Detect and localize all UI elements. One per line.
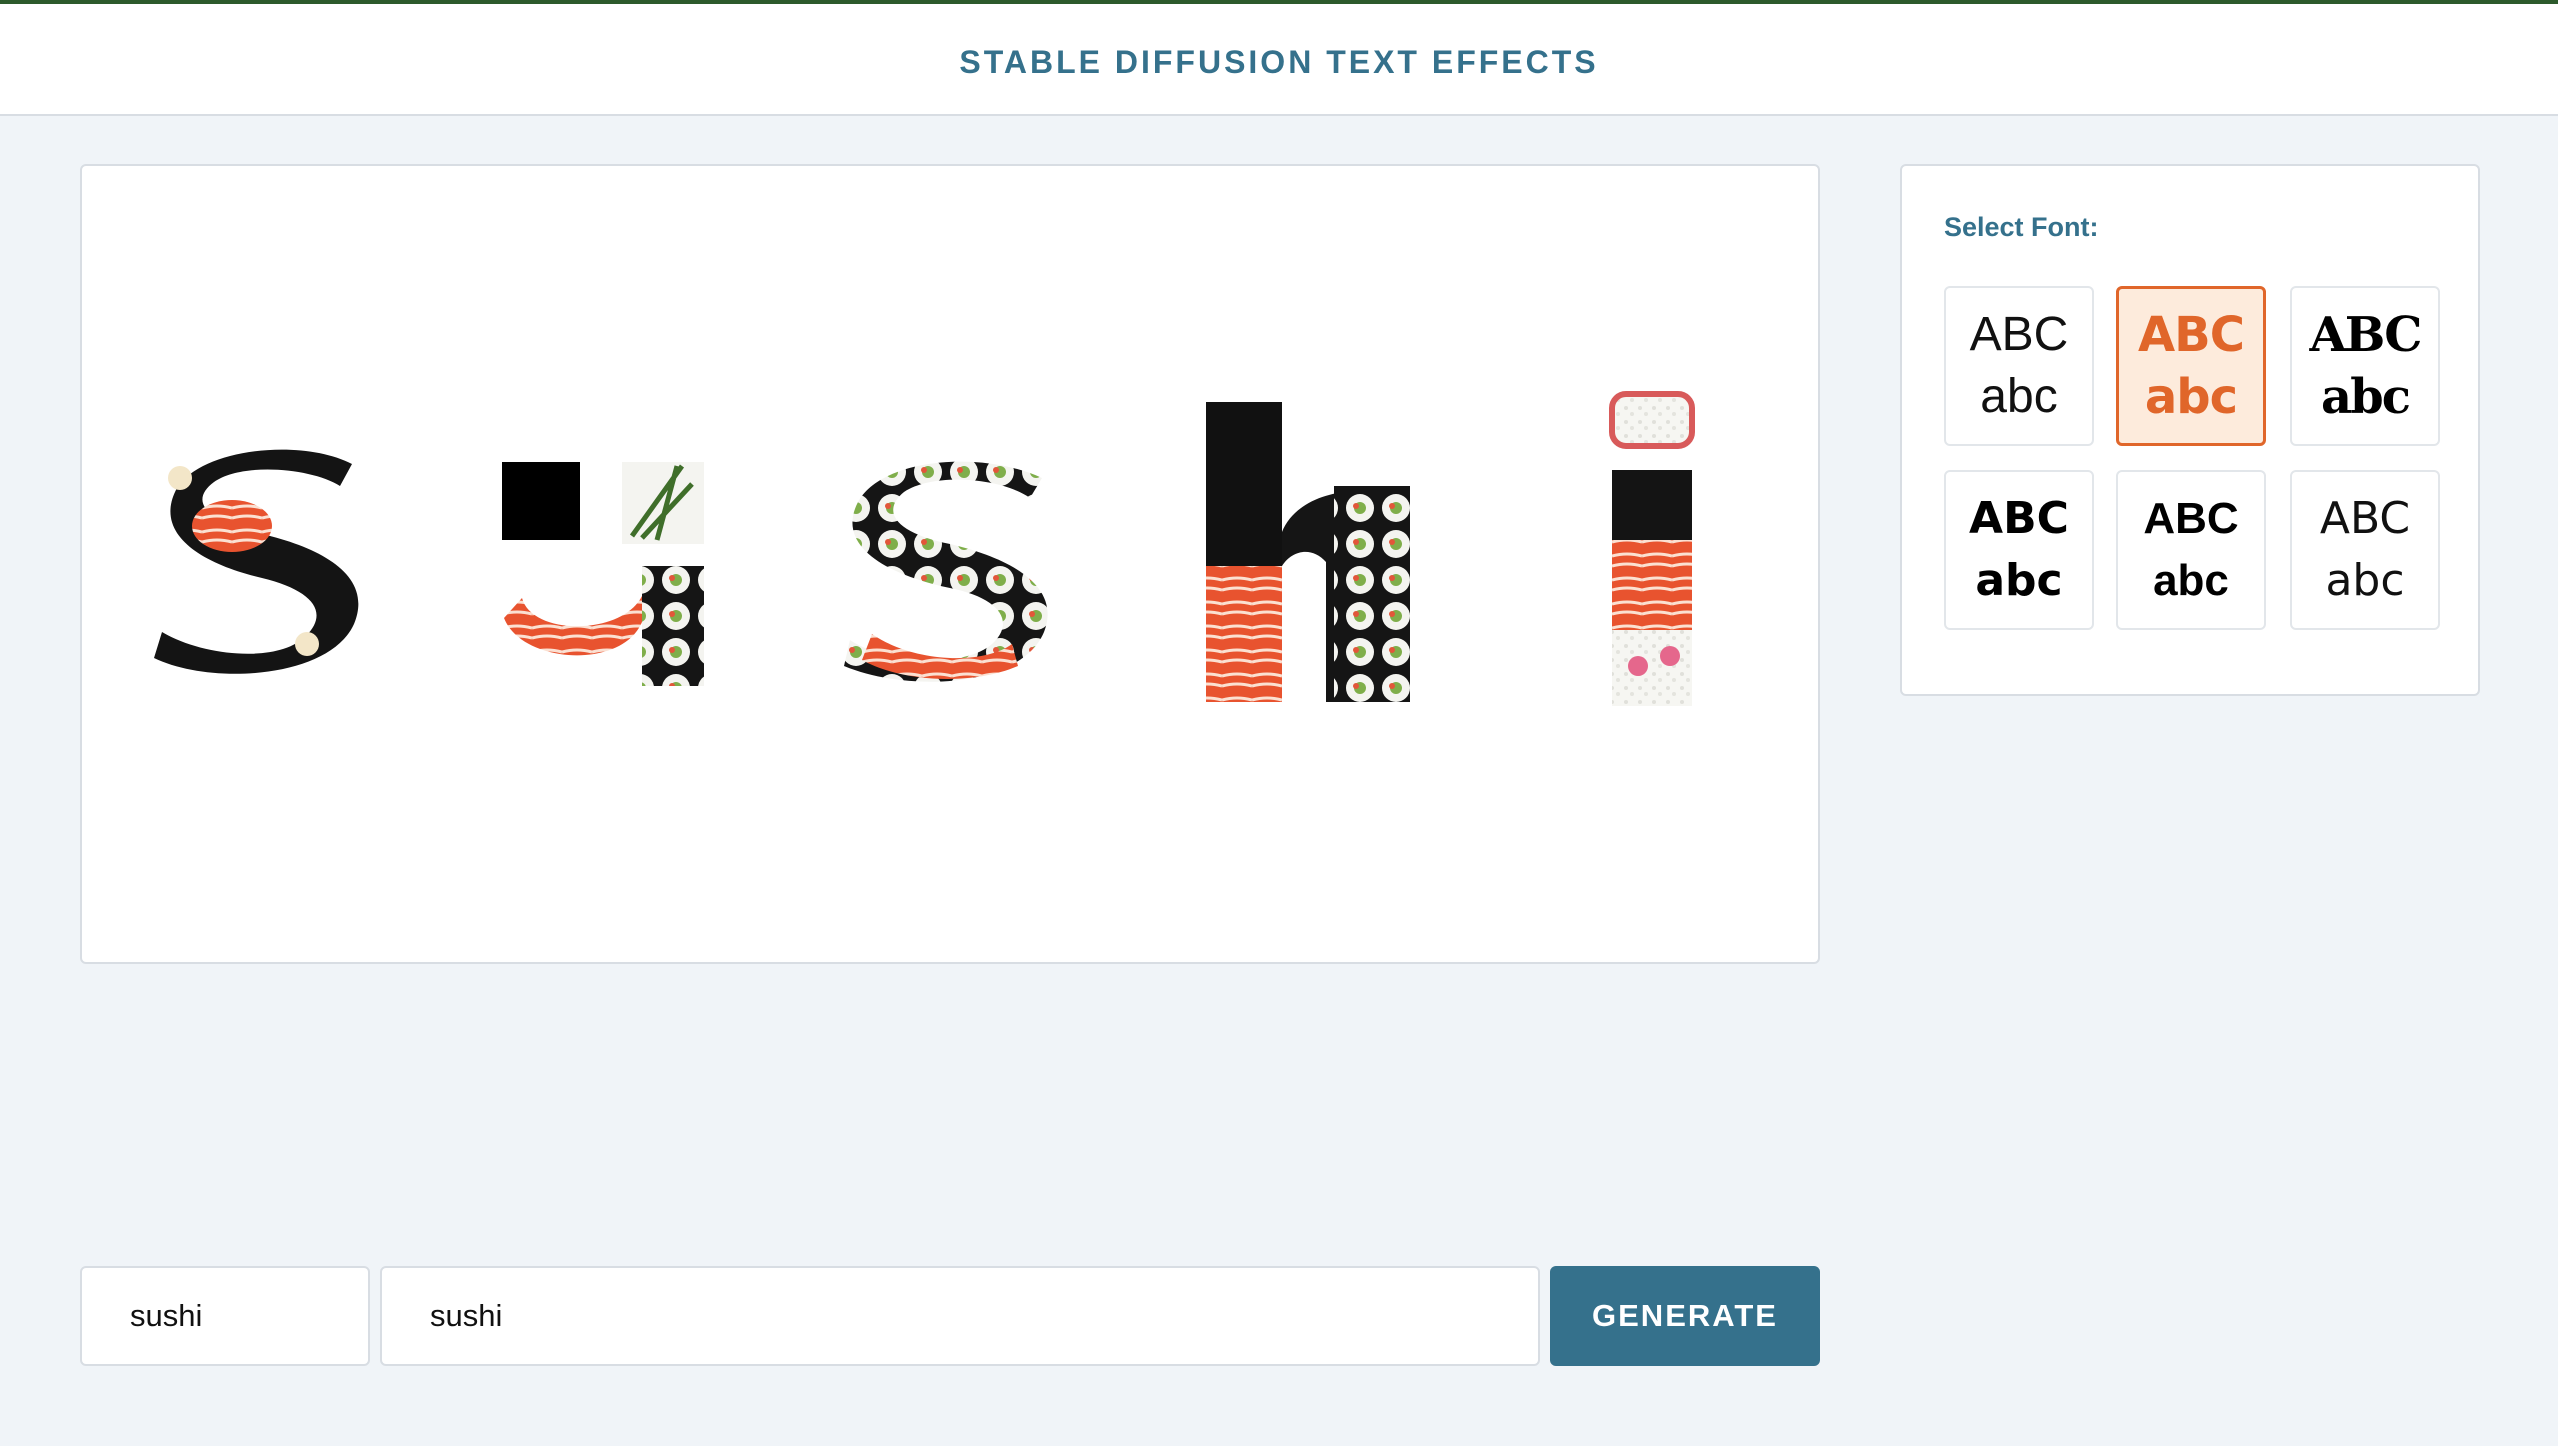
letter-s-1: [154, 449, 359, 674]
letter-h: [1206, 402, 1410, 702]
font-sample-upper: ABC: [1969, 493, 2069, 544]
font-option-3[interactable]: ABC abc: [2290, 286, 2440, 446]
font-option-5[interactable]: ABC abc: [2116, 470, 2266, 630]
font-sample-upper: ABC: [2309, 307, 2423, 363]
font-option-2-selected[interactable]: ABC abc: [2116, 286, 2266, 446]
font-option-6[interactable]: ABC abc: [2290, 470, 2440, 630]
app-title: STABLE DIFFUSION TEXT EFFECTS: [959, 44, 1599, 80]
font-sample-upper: ABC: [2138, 307, 2245, 363]
font-option-4[interactable]: ABC abc: [1944, 470, 2094, 630]
letter-u: [502, 462, 704, 686]
font-sample-lower: abc: [2144, 369, 2238, 425]
font-selector-panel: Select Font: ABC abc ABC abc ABC abc ABC…: [1900, 164, 2480, 696]
generate-button[interactable]: GENERATE: [1550, 1266, 1820, 1366]
font-sample-upper: ABC: [2143, 494, 2239, 543]
font-option-1[interactable]: ABC abc: [1944, 286, 2094, 446]
letter-i: [1609, 391, 1695, 706]
letter-s-2: [844, 461, 1048, 682]
sushi-text-artwork: [154, 391, 1695, 706]
font-sample-lower: abc: [1980, 370, 2058, 423]
font-sample-lower: abc: [2153, 556, 2229, 605]
text-input[interactable]: sushi: [80, 1266, 370, 1366]
prompt-input[interactable]: sushi: [380, 1266, 1540, 1366]
font-sample-upper: ABC: [1969, 308, 2069, 361]
font-sample-lower: abc: [1975, 555, 2063, 606]
font-sample-lower: abc: [2325, 555, 2405, 606]
generated-image-canvas: [80, 164, 1820, 964]
font-sample-upper: ABC: [2319, 493, 2411, 544]
font-sample-lower: abc: [2321, 369, 2411, 425]
top-bar: STABLE DIFFUSION TEXT EFFECTS: [0, 0, 2558, 116]
select-font-label: Select Font:: [1944, 212, 2099, 242]
